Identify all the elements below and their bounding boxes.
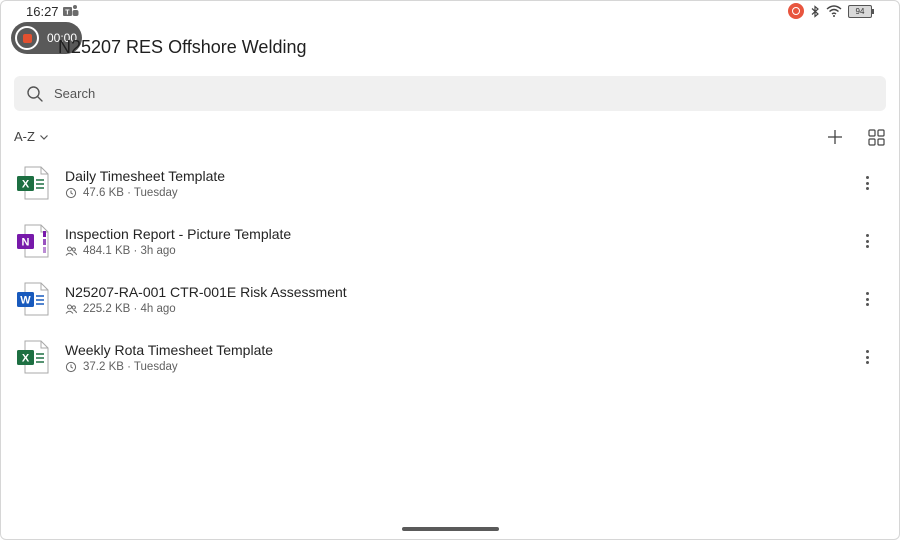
file-list-item[interactable]: W N25207-RA-001 CTR-001E Risk Assessment 2… <box>0 270 900 328</box>
file-name: Inspection Report - Picture Template <box>65 226 292 242</box>
file-list: X Daily Timesheet Template 47.6 KB · Tuesd… <box>0 154 900 386</box>
file-meta: 47.6 KB · Tuesday <box>65 187 178 199</box>
more-dot <box>865 187 869 190</box>
teams-icon: T <box>63 5 79 17</box>
svg-text:X: X <box>22 353 30 365</box>
file-meta-text: 37.2 KB · Tuesday <box>83 361 178 373</box>
more-options-button[interactable] <box>858 348 876 366</box>
more-options-button[interactable] <box>858 174 876 192</box>
more-dot <box>865 181 869 185</box>
file-name: N25207-RA-001 CTR-001E Risk Assessment <box>65 284 347 300</box>
more-dot <box>865 297 869 301</box>
more-dot <box>865 350 869 353</box>
svg-text:X: X <box>22 179 30 191</box>
history-icon <box>65 361 77 373</box>
more-dot <box>865 245 869 248</box>
shared-people-icon <box>65 246 77 256</box>
file-meta-text: 47.6 KB · Tuesday <box>83 187 178 199</box>
word-file-icon: W <box>17 282 49 316</box>
status-icons: 94 <box>788 3 874 19</box>
history-icon <box>65 187 77 199</box>
chevron-down-icon <box>40 134 48 140</box>
stop-recording-button[interactable] <box>15 26 39 50</box>
add-button[interactable] <box>826 128 844 146</box>
file-list-item[interactable]: X Daily Timesheet Template 47.6 KB · Tuesd… <box>0 154 900 212</box>
more-options-button[interactable] <box>858 232 876 250</box>
onenote-file-icon: N <box>17 224 49 258</box>
excel-file-icon: X <box>17 166 49 200</box>
svg-text:N: N <box>22 237 30 249</box>
page-title: N25207 RES Offshore Welding <box>58 37 307 57</box>
file-meta: 225.2 KB · 4h ago <box>65 303 176 315</box>
more-dot <box>865 239 869 243</box>
more-dot <box>865 234 869 237</box>
search-placeholder: Search <box>54 86 96 101</box>
home-indicator[interactable] <box>402 527 499 531</box>
screen-record-icon <box>788 3 804 19</box>
wifi-icon <box>826 5 842 17</box>
more-dot <box>865 303 869 306</box>
grid-view-button[interactable] <box>868 129 885 146</box>
svg-text:W: W <box>20 295 31 307</box>
status-time: 16:27 <box>26 4 59 19</box>
shared-people-icon <box>65 304 77 314</box>
file-list-item[interactable]: X Weekly Rota Timesheet Template 37.2 KB ·… <box>0 328 900 386</box>
more-dot <box>865 176 869 179</box>
file-meta-text: 484.1 KB · 3h ago <box>83 245 176 257</box>
battery-icon: 94 <box>848 4 874 18</box>
sort-label: A-Z <box>14 129 35 144</box>
search-input[interactable]: Search <box>14 76 886 111</box>
file-meta: 484.1 KB · 3h ago <box>65 245 176 257</box>
file-meta-text: 225.2 KB · 4h ago <box>83 303 176 315</box>
sort-dropdown[interactable]: A-Z <box>14 129 49 144</box>
svg-text:T: T <box>65 10 70 17</box>
bluetooth-icon <box>811 4 819 18</box>
file-list-item[interactable]: N Inspection Report - Picture Template 484… <box>0 212 900 270</box>
stop-icon <box>22 33 32 43</box>
file-name: Weekly Rota Timesheet Template <box>65 342 274 358</box>
search-icon <box>27 85 43 102</box>
excel-file-icon: X <box>17 340 49 374</box>
more-options-button[interactable] <box>858 290 876 308</box>
more-dot <box>865 361 869 364</box>
file-meta: 37.2 KB · Tuesday <box>65 361 178 373</box>
file-name: Daily Timesheet Template <box>65 168 226 184</box>
more-dot <box>865 292 869 295</box>
more-dot <box>865 355 869 359</box>
